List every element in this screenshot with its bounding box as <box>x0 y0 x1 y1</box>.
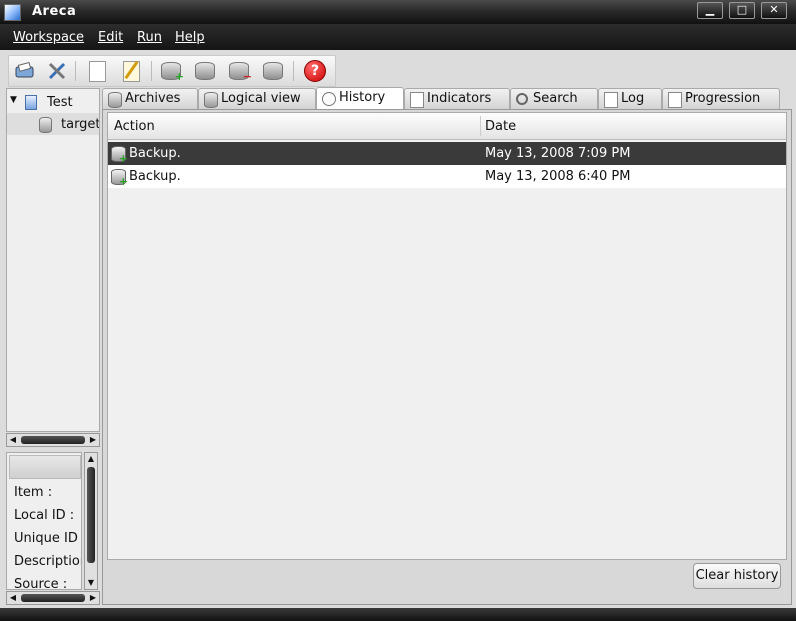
edit-document-icon <box>122 60 140 82</box>
app-icon <box>4 4 21 21</box>
tab-label: Indicators <box>427 91 492 106</box>
tab-logical-view[interactable]: Logical view <box>198 88 316 109</box>
preferences-button[interactable] <box>45 59 69 83</box>
tab-label: Archives <box>125 91 181 106</box>
group-icon <box>25 95 37 110</box>
cell-date: May 13, 2008 6:40 PM <box>485 169 631 184</box>
scroll-down-icon[interactable]: ▼ <box>85 577 97 589</box>
history-table: Action Date Backup. May 13, 2008 7:09 PM… <box>107 112 787 560</box>
properties-panel: Item : Local ID : Unique ID : Descriptio… <box>6 452 82 590</box>
clear-history-button[interactable]: Clear history <box>693 563 781 589</box>
workspace-tree: ▼ Test target <box>6 88 100 432</box>
prop-item: Item : <box>14 485 53 500</box>
document-icon <box>604 92 618 108</box>
database-delete-icon: − <box>229 62 252 82</box>
database-add-icon: + <box>161 62 184 82</box>
tab-indicators[interactable]: Indicators <box>404 88 510 109</box>
tab-progression[interactable]: Progression <box>662 88 780 109</box>
database-icon <box>39 117 52 133</box>
scroll-right-icon[interactable]: ▶ <box>87 434 99 446</box>
tab-bar: Archives Logical view History Indicators… <box>102 87 790 110</box>
prop-source: Source : <box>14 577 68 590</box>
tab-history[interactable]: History <box>316 87 404 110</box>
properties-horizontal-scrollbar[interactable]: ◀ ▶ <box>6 591 100 605</box>
prop-description: Description <box>14 554 82 569</box>
tree-label: target <box>61 117 100 132</box>
document-icon <box>668 92 682 108</box>
scroll-thumb[interactable] <box>21 436 85 444</box>
cell-action: Backup. <box>129 169 181 184</box>
merge-button[interactable] <box>193 59 217 83</box>
menu-run[interactable]: Run <box>137 30 162 45</box>
new-document-icon <box>88 60 106 82</box>
scroll-up-icon[interactable]: ▲ <box>85 453 97 465</box>
tree-item-target[interactable]: target <box>7 113 99 135</box>
clock-icon <box>322 92 336 106</box>
tab-search[interactable]: Search <box>510 88 598 109</box>
expand-arrow-icon[interactable]: ▼ <box>10 95 17 105</box>
tab-label: Progression <box>685 91 761 106</box>
tab-label: History <box>339 90 386 105</box>
prop-unique-id: Unique ID : <box>14 531 82 546</box>
backup-icon <box>111 169 128 188</box>
tree-label: Test <box>47 95 73 110</box>
help-button[interactable]: ? <box>303 59 327 83</box>
backup-button[interactable]: + <box>159 59 184 83</box>
edit-button[interactable] <box>119 59 143 83</box>
backup-icon <box>111 146 128 165</box>
open-workspace-button[interactable] <box>13 59 37 83</box>
properties-header <box>9 455 81 479</box>
table-row[interactable]: Backup. May 13, 2008 7:09 PM <box>108 142 786 165</box>
table-header: Action Date <box>108 113 786 140</box>
tab-label: Search <box>533 91 578 106</box>
help-icon: ? <box>304 60 326 82</box>
database-icon <box>204 92 218 108</box>
properties-vertical-scrollbar[interactable]: ▲ ▼ <box>84 452 98 590</box>
main-window: + − ? ▼ Test target ◀ ▶ Item: Local ID … <box>0 50 796 608</box>
tree-horizontal-scrollbar[interactable]: ◀ ▶ <box>6 433 100 447</box>
scroll-right-icon[interactable]: ▶ <box>87 592 99 604</box>
workspace-icon <box>15 62 34 78</box>
history-panel: Action Date Backup. May 13, 2008 7:09 PM… <box>102 109 792 605</box>
window-titlebar: Areca ▁ □ ✕ <box>0 0 796 24</box>
scroll-thumb[interactable] <box>87 467 95 563</box>
document-icon <box>410 92 424 108</box>
database-check-icon <box>263 62 283 80</box>
table-row[interactable]: Backup. May 13, 2008 6:40 PM <box>108 165 786 188</box>
cell-action: Backup. <box>129 146 181 161</box>
window-title: Areca <box>32 4 77 19</box>
scroll-thumb[interactable] <box>21 594 85 602</box>
maximize-button[interactable]: □ <box>729 2 755 19</box>
menu-bar: Workspace Edit Run Help <box>0 24 796 50</box>
scroll-left-icon[interactable]: ◀ <box>7 592 19 604</box>
scroll-left-icon[interactable]: ◀ <box>7 434 19 446</box>
database-merge-icon <box>195 62 215 80</box>
window-bottom-border <box>0 608 796 621</box>
tree-item-test[interactable]: ▼ Test <box>7 91 99 113</box>
menu-workspace[interactable]: Workspace <box>13 30 84 45</box>
tab-log[interactable]: Log <box>598 88 662 109</box>
check-button[interactable] <box>261 59 285 83</box>
menu-edit[interactable]: Edit <box>98 30 123 45</box>
tab-label: Log <box>621 91 645 106</box>
prop-local-id: Local ID : <box>14 508 75 523</box>
toolbar: + − ? <box>8 55 336 87</box>
cell-date: May 13, 2008 7:09 PM <box>485 146 631 161</box>
delete-button[interactable]: − <box>227 59 252 83</box>
tools-icon <box>48 62 66 80</box>
database-icon <box>108 92 122 108</box>
close-button[interactable]: ✕ <box>761 2 787 19</box>
tab-archives[interactable]: Archives <box>102 88 198 109</box>
column-action[interactable]: Action <box>114 119 155 134</box>
menu-help[interactable]: Help <box>175 30 205 45</box>
magnifier-icon <box>516 93 528 105</box>
minimize-button[interactable]: ▁ <box>697 2 723 19</box>
column-date[interactable]: Date <box>485 119 516 134</box>
tab-label: Logical view <box>221 91 301 106</box>
new-file-button[interactable] <box>85 59 109 83</box>
